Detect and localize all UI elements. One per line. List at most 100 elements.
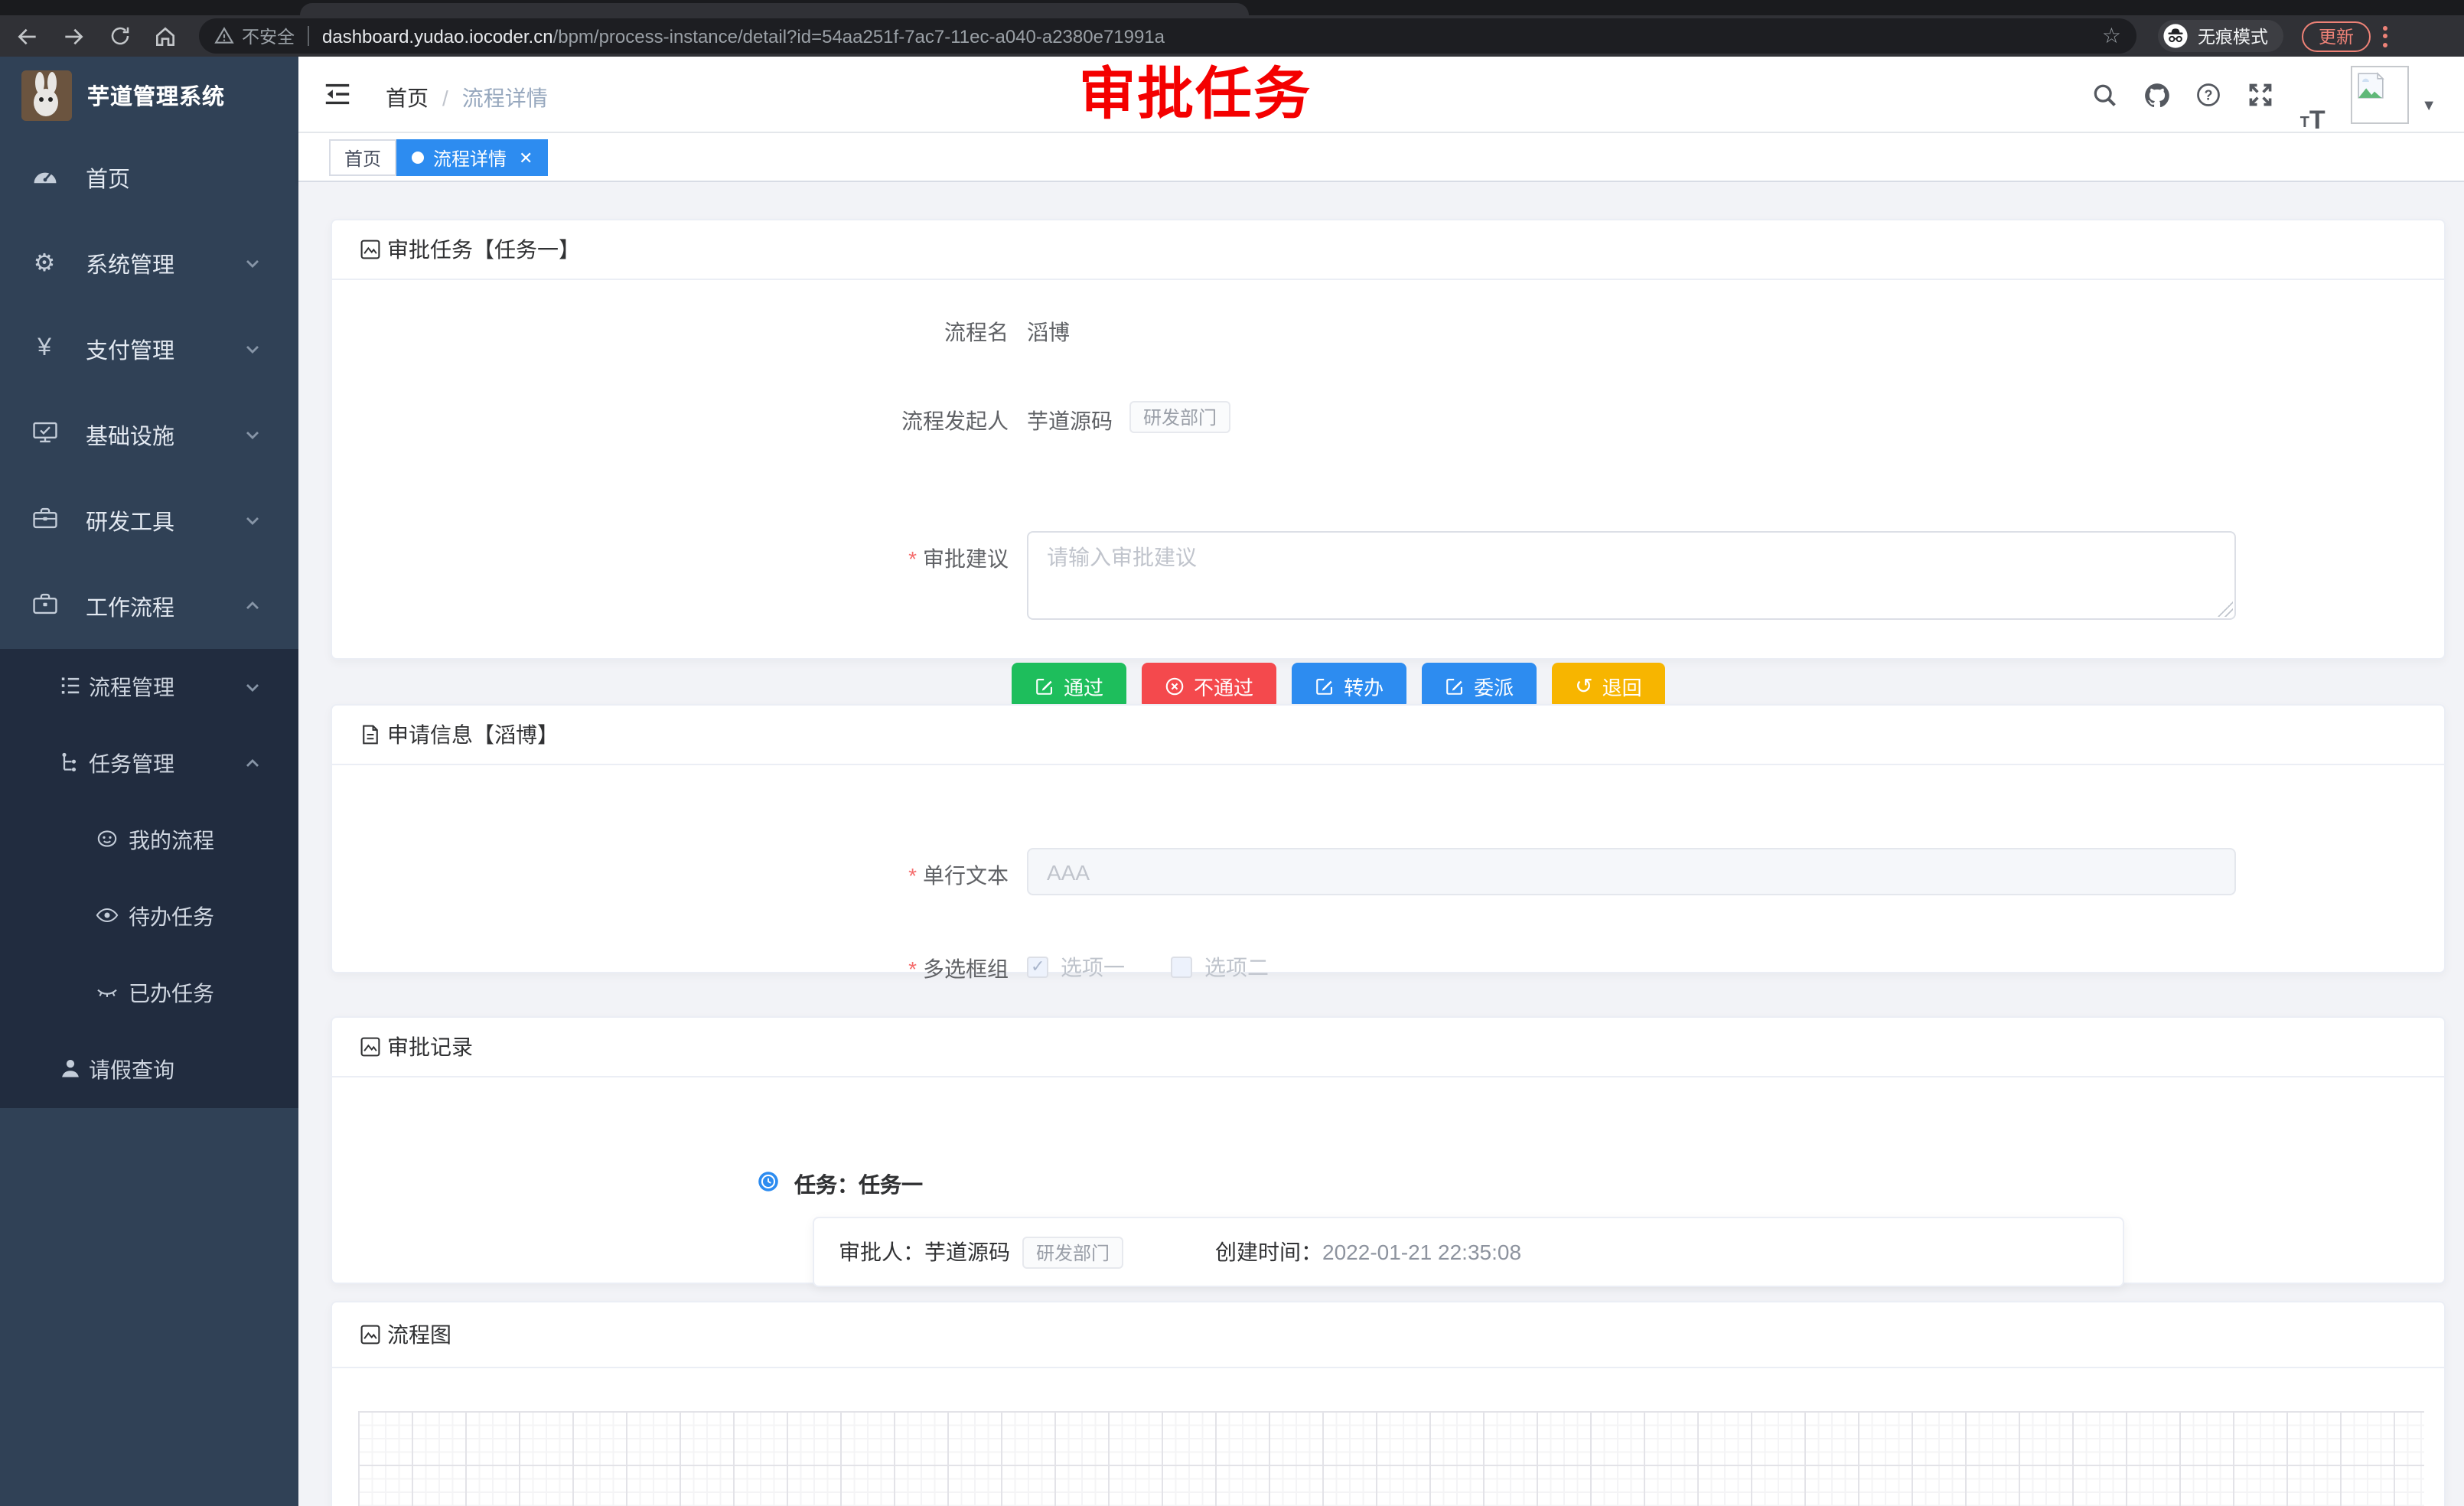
app-title: 芋道管理系统 [87, 80, 225, 112]
process-diagram-card-header: 流程图 [332, 1302, 2444, 1368]
edit-icon [1035, 676, 1054, 696]
circle-close-icon [1165, 676, 1185, 696]
checkbox-option-1-label: 选项一 [1061, 952, 1125, 983]
sidebar-item-system[interactable]: ⚙ 系统管理 [0, 220, 298, 306]
tags-view-bar: 首页 流程详情 ✕ [298, 133, 2464, 182]
chevron-down-icon [243, 254, 262, 272]
not-secure-icon [214, 26, 234, 46]
avatar[interactable] [2351, 66, 2409, 124]
chevron-up-icon [243, 755, 262, 773]
search-icon[interactable] [2078, 57, 2130, 133]
update-button[interactable]: 更新 [2302, 21, 2371, 51]
sidebar-item-process-mgmt[interactable]: 流程管理 [0, 649, 298, 725]
chevron-down-icon [243, 425, 262, 444]
card-title: 审批任务【任务一】 [387, 234, 580, 265]
reload-icon[interactable] [101, 18, 138, 54]
return-button[interactable]: ↺ 退回 [1552, 663, 1665, 709]
help-icon[interactable]: ? [2182, 57, 2234, 133]
sidebar-item-todo-tasks[interactable]: 待办任务 [0, 878, 298, 955]
create-time-value: 2022-01-21 22:35:08 [1322, 1240, 1521, 1264]
checkbox-option-2[interactable] [1171, 957, 1192, 978]
page-title: 审批任务 [1079, 60, 1312, 130]
main-area: 首页/流程详情 审批任务 ? TT [298, 57, 2464, 1506]
sidebar-item-my-process[interactable]: 我的流程 [0, 802, 298, 878]
eye-open-icon [92, 902, 122, 931]
sidebar-item-infra[interactable]: 基础设施 [0, 392, 298, 478]
approver-label: 审批人： [839, 1237, 924, 1267]
breadcrumb: 首页/流程详情 [386, 83, 548, 113]
application-info-card-body: *单行文本 *多选框组 选项一 选项二 [332, 765, 2444, 973]
approver-dept-tag: 研发部门 [1022, 1236, 1123, 1268]
sidebar-item-task-mgmt[interactable]: 任务管理 [0, 725, 298, 802]
reject-button[interactable]: 不通过 [1142, 663, 1276, 709]
bookmark-star-icon[interactable]: ☆ [2102, 23, 2121, 49]
process-name-value: 滔博 [1027, 317, 1070, 347]
create-time-label: 创建时间： [1215, 1237, 1322, 1267]
url-divider [307, 26, 308, 46]
sidebar-item-payment[interactable]: ¥ 支付管理 [0, 306, 298, 392]
list-icon [55, 673, 86, 702]
security-label[interactable]: 不安全 [242, 24, 295, 48]
back-icon[interactable] [9, 18, 46, 54]
browser-menu-icon[interactable] [2383, 25, 2387, 47]
browser-toolbar: 不安全 dashboard.yudao.iocoder.cn/bpm/proce… [0, 15, 2464, 57]
home-icon[interactable] [147, 18, 184, 54]
incognito-icon [2163, 23, 2189, 49]
font-size-icon[interactable]: TT [2286, 57, 2339, 133]
opinion-textarea[interactable] [1027, 531, 2236, 620]
breadcrumb-home[interactable]: 首页 [386, 86, 429, 110]
monitor-icon [29, 419, 60, 451]
header-actions: ? TT ▼ [2078, 57, 2464, 133]
fullscreen-icon[interactable] [2234, 57, 2286, 133]
edit-icon [1315, 676, 1335, 696]
workflow-submenu: 流程管理 任务管理 我的流程 待办任务 [0, 649, 298, 1108]
sidebar-item-devtools[interactable]: 研发工具 [0, 478, 298, 563]
return-icon: ↺ [1575, 675, 1592, 696]
transfer-button[interactable]: 转办 [1292, 663, 1406, 709]
breadcrumb-current: 流程详情 [462, 86, 548, 110]
approval-task-card-header: 审批任务【任务一】 [332, 220, 2444, 280]
sidebar-logo[interactable]: 芋道管理系统 [0, 57, 298, 135]
chevron-down-icon [243, 340, 262, 358]
checkbox-group-label: *多选框组 [332, 953, 1009, 984]
tree-icon [55, 749, 86, 778]
sidebar-item-leave-query[interactable]: 请假查询 [0, 1032, 298, 1108]
incognito-label: 无痕模式 [2198, 24, 2268, 48]
avatar-dropdown-caret-icon[interactable]: ▼ [2421, 97, 2436, 114]
tab-home[interactable]: 首页 [329, 139, 396, 176]
toolbox-icon [29, 504, 60, 536]
active-tab-dot [412, 152, 424, 164]
initiator-label: 流程发起人 [332, 406, 1009, 436]
approval-record-card: 审批记录 任务：任务一 审批人： 芋道源码 研发部门 创建时间： 2022-01… [331, 1016, 2446, 1284]
application-info-card-header: 申请信息【滔博】 [332, 706, 2444, 765]
url-bar[interactable]: 不安全 dashboard.yudao.iocoder.cn/bpm/proce… [199, 18, 2136, 54]
single-line-text-input[interactable] [1027, 848, 2236, 895]
browser-active-tab[interactable] [300, 3, 1249, 15]
approve-button[interactable]: 通过 [1012, 663, 1126, 709]
initiator-dept-tag: 研发部门 [1129, 401, 1230, 433]
collapse-sidebar-icon[interactable] [323, 80, 352, 116]
logo-image [21, 70, 72, 121]
approval-record-card-header: 审批记录 [332, 1018, 2444, 1077]
process-name-label: 流程名 [332, 317, 1009, 347]
bpmn-diagram-canvas[interactable] [358, 1411, 2424, 1506]
face-icon [92, 826, 122, 855]
sidebar-item-workflow[interactable]: 工作流程 [0, 563, 298, 649]
forward-icon[interactable] [55, 18, 92, 54]
approval-task-card-body: 流程名 滔博 流程发起人 芋道源码 研发部门 *审批建议 通过 [332, 280, 2444, 660]
checkbox-option-1[interactable] [1027, 957, 1048, 978]
delegate-button[interactable]: 委派 [1422, 663, 1537, 709]
tab-process-detail[interactable]: 流程详情 ✕ [396, 139, 548, 176]
github-icon[interactable] [2130, 57, 2182, 133]
app-header: 首页/流程详情 审批任务 ? TT [298, 57, 2464, 133]
dashboard-icon [29, 161, 60, 194]
card-title: 申请信息【滔博】 [387, 719, 559, 750]
approval-actions: 通过 不通过 转办 委派 [1012, 663, 1665, 709]
sidebar-item-home[interactable]: 首页 [0, 135, 298, 220]
timeline-clock-icon [758, 1171, 779, 1192]
eye-closed-icon [92, 979, 122, 1008]
sidebar-item-done-tasks[interactable]: 已办任务 [0, 955, 298, 1032]
gear-icon: ⚙ [29, 248, 60, 279]
close-tab-icon[interactable]: ✕ [519, 148, 533, 168]
url-text[interactable]: dashboard.yudao.iocoder.cn/bpm/process-i… [322, 25, 1165, 47]
